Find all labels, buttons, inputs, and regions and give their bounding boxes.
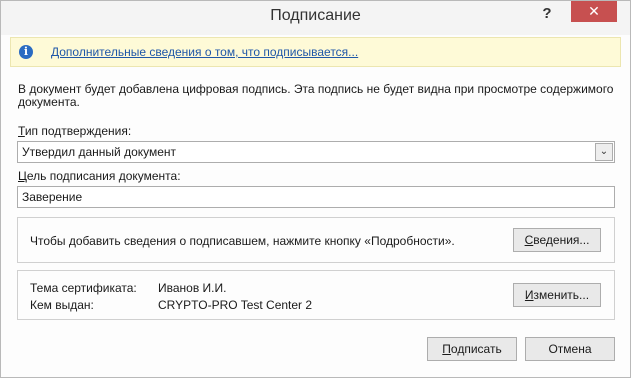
signer-info-hint: Чтобы добавить сведения о подписавшем, н… [30, 234, 455, 248]
info-bar: i Дополнительные сведения о том, что под… [10, 37, 621, 67]
certificate-issuer-label: Кем выдан: [30, 298, 94, 312]
commitment-type-select[interactable]: Утвердил данный документ ⌄ [17, 141, 615, 163]
purpose-input[interactable] [17, 186, 615, 208]
more-info-link[interactable]: Дополнительные сведения о том, что подпи… [51, 45, 358, 59]
sign-button[interactable]: Подписать [427, 337, 517, 361]
close-icon: ✕ [588, 3, 600, 19]
help-button[interactable]: ? [535, 3, 559, 27]
details-button[interactable]: Сведения... [513, 228, 601, 252]
change-certificate-button[interactable]: Изменить... [513, 283, 601, 307]
signing-dialog: Подписание ? ✕ i Дополнительные сведения… [0, 0, 631, 378]
commitment-type-label: Тип подтверждения: [18, 124, 132, 138]
title-bar: Подписание ? ✕ [1, 1, 630, 35]
certificate-group: Тема сертификата: Иванов И.И. Кем выдан:… [17, 270, 615, 320]
certificate-issuer-value: CRYPTO-PRO Test Center 2 [158, 298, 313, 312]
close-button[interactable]: ✕ [571, 1, 617, 22]
certificate-subject-label: Тема сертификата: [30, 281, 137, 295]
chevron-down-icon[interactable]: ⌄ [595, 143, 613, 161]
certificate-subject-value: Иванов И.И. [158, 281, 227, 295]
commitment-type-value: Утвердил данный документ [22, 145, 177, 159]
signer-info-group: Чтобы добавить сведения о подписавшем, н… [17, 217, 615, 263]
purpose-label: Цель подписания документа: [18, 169, 181, 183]
info-icon: i [19, 45, 33, 59]
signature-description: В документ будет добавлена цифровая подп… [18, 82, 614, 109]
cancel-button[interactable]: Отмена [525, 337, 615, 361]
